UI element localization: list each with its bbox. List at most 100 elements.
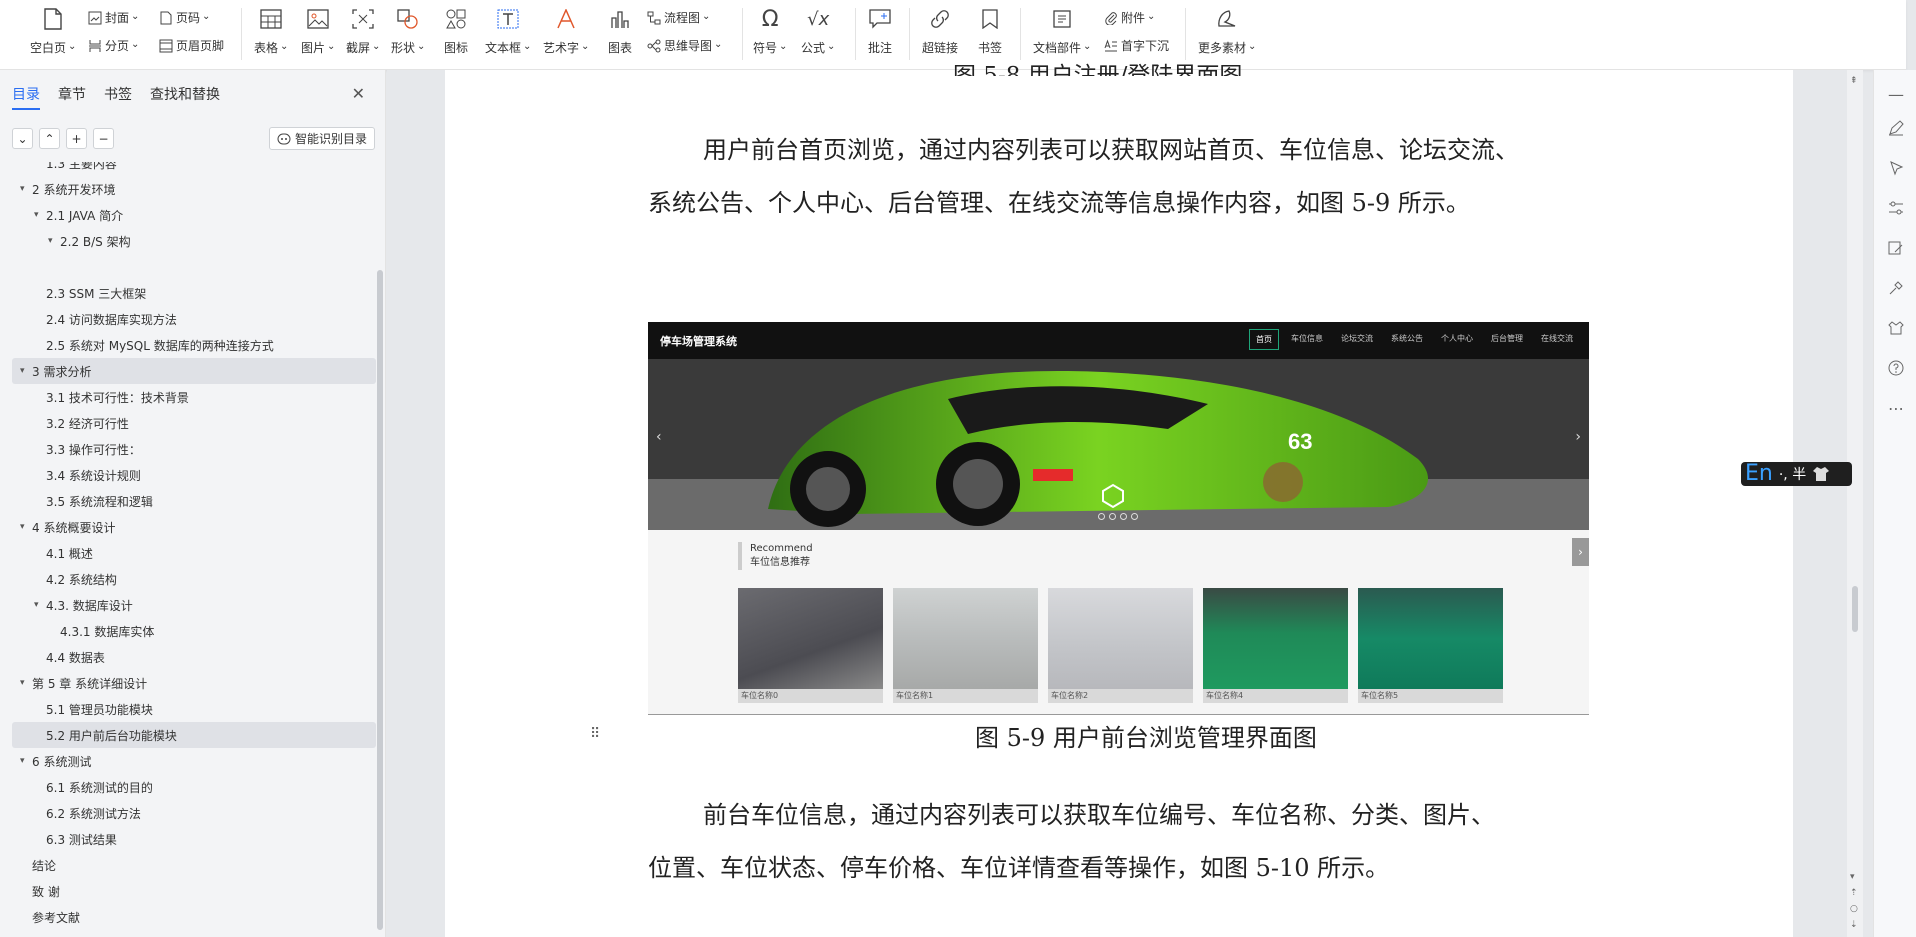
- select-arrow-icon[interactable]: [1886, 158, 1906, 178]
- more-materials-button[interactable]: 更多素材: [1198, 6, 1256, 56]
- scroll-top-icon[interactable]: ⇞: [1850, 76, 1858, 86]
- shape-button[interactable]: 形状: [391, 6, 425, 56]
- expand-toggle-icon[interactable]: ▾: [20, 366, 32, 376]
- toc-item[interactable]: 2.5 系统对 MySQL 数据库的两种连接方式: [12, 332, 376, 358]
- expand-toggle-icon[interactable]: ▾: [34, 210, 46, 220]
- chart-button[interactable]: 图表: [606, 6, 634, 56]
- toc-item-label: 4.2 系统结构: [46, 572, 117, 587]
- shape-icon: [394, 6, 422, 32]
- toc-item[interactable]: 2.4 访问数据库实现方法: [12, 306, 376, 332]
- symbol-button[interactable]: Ω 符号: [753, 6, 787, 56]
- table-button[interactable]: 表格: [254, 6, 288, 56]
- toc-item[interactable]: 致 谢: [12, 878, 376, 904]
- smart-recognize-toc-button[interactable]: 智能识别目录: [268, 127, 375, 150]
- edit-doc-icon[interactable]: [1886, 238, 1906, 258]
- expand-toggle-icon[interactable]: ▾: [48, 236, 60, 246]
- expand-toggle-icon[interactable]: ▾: [20, 678, 32, 688]
- close-icon[interactable]: ✕: [352, 84, 365, 103]
- expand-toggle-icon[interactable]: ▾: [20, 184, 32, 194]
- expand-toggle-icon[interactable]: ▾: [20, 756, 32, 766]
- toc-item[interactable]: 4.3.1 数据库实体: [12, 618, 376, 644]
- mindmap-button[interactable]: 思维导图: [647, 37, 722, 54]
- document-scroll-thumb[interactable]: [1852, 586, 1858, 632]
- cover-button[interactable]: 封面: [88, 9, 139, 26]
- page-number-button[interactable]: 页码: [159, 9, 210, 26]
- remove-heading-button[interactable]: −: [93, 128, 114, 149]
- toc-item[interactable]: 4.1 概述: [12, 540, 376, 566]
- toc-item[interactable]: 参考文献: [12, 904, 376, 930]
- toc-item[interactable]: 3.3 操作可行性：: [12, 436, 376, 462]
- minimize-icon[interactable]: —: [1886, 84, 1906, 104]
- expand-up-button[interactable]: ⌃: [39, 128, 60, 149]
- picture-button[interactable]: 图片: [301, 6, 335, 56]
- next-page-icon[interactable]: ⇣: [1850, 920, 1858, 930]
- blank-page-button[interactable]: 空白页: [30, 6, 76, 56]
- toc-item[interactable]: 结论: [12, 852, 376, 878]
- toc-item[interactable]: 5.2 用户前后台功能模块: [12, 722, 376, 748]
- toc-item[interactable]: ▾ 第 5 章 系统详细设计: [12, 670, 376, 696]
- toc-item[interactable]: ▾ 3 需求分析: [12, 358, 376, 384]
- toc-item[interactable]: ▾ 2.1 JAVA 简介: [12, 202, 376, 228]
- toc-item[interactable]: 2.3 SSM 三大框架: [12, 280, 376, 306]
- tools-icon[interactable]: [1886, 278, 1906, 298]
- scroll-down-icon[interactable]: ▾: [1850, 872, 1855, 882]
- toc-item[interactable]: ▾ 2 系统开发环境: [12, 176, 376, 202]
- toc-item[interactable]: 6.1 系统测试的目的: [12, 774, 376, 800]
- bookmark-button[interactable]: 书签: [976, 6, 1004, 56]
- toc-item[interactable]: ▾ 4.3. 数据库设计: [12, 592, 376, 618]
- toc-item[interactable]: 4.4 数据表: [12, 644, 376, 670]
- select-browse-icon[interactable]: ○: [1850, 904, 1858, 914]
- screenshot-button[interactable]: 截屏: [346, 6, 380, 56]
- collapse-down-button[interactable]: ⌄: [12, 128, 33, 149]
- sliders-icon[interactable]: [1886, 198, 1906, 218]
- nav-scrollbar[interactable]: [377, 270, 383, 930]
- tab-chapters[interactable]: 章节: [58, 84, 86, 110]
- toc-item[interactable]: [12, 254, 376, 280]
- embedded-figure-screenshot[interactable]: 停车场管理系统 首页 车位信息 论坛交流 系统公告 个人中心 后台管理 在线交流…: [648, 322, 1589, 715]
- toc-item[interactable]: 3.5 系统流程和逻辑: [12, 488, 376, 514]
- toc-item[interactable]: ▾ 6 系统测试: [12, 748, 376, 774]
- document-scrollbar[interactable]: ⇞ ▾ ⇡ ○ ⇣: [1847, 70, 1863, 937]
- doc-parts-button[interactable]: 文档部件: [1033, 6, 1091, 56]
- expand-toggle-icon[interactable]: ▾: [34, 600, 46, 610]
- textbox-button[interactable]: 文本框: [485, 6, 531, 56]
- site-navbar: 停车场管理系统 首页 车位信息 论坛交流 系统公告 个人中心 后台管理 在线交流: [648, 322, 1589, 359]
- prev-page-icon[interactable]: ⇡: [1850, 888, 1858, 898]
- drop-cap-button[interactable]: 首字下沉: [1104, 37, 1169, 54]
- attachment-button[interactable]: 附件: [1104, 9, 1155, 26]
- paragraph-drag-handle-icon[interactable]: ⠿: [590, 726, 600, 742]
- header-footer-button[interactable]: 页眉页脚: [159, 37, 224, 54]
- toc-item[interactable]: 3.1 技术可行性：技术背景: [12, 384, 376, 410]
- toc-item[interactable]: 3.4 系统设计规则: [12, 462, 376, 488]
- flowchart-button[interactable]: 流程图: [647, 9, 710, 26]
- add-heading-button[interactable]: +: [66, 128, 87, 149]
- toc-item[interactable]: 1.3 主要内容: [12, 162, 376, 176]
- toc-controls: ⌄ ⌃ + −: [12, 128, 114, 149]
- tab-toc[interactable]: 目录: [12, 84, 40, 110]
- toc-item[interactable]: 4.2 系统结构: [12, 566, 376, 592]
- toc-item[interactable]: 6.2 系统测试方法: [12, 800, 376, 826]
- page-break-button[interactable]: 分页: [88, 37, 139, 54]
- bookmark-icon: [976, 6, 1004, 32]
- hyperlink-button[interactable]: 超链接: [922, 6, 958, 56]
- icons-button[interactable]: 图标: [442, 6, 470, 56]
- tab-find-replace[interactable]: 查找和替换: [150, 84, 220, 110]
- toc-item[interactable]: 3.2 经济可行性: [12, 410, 376, 436]
- page-break-icon: [89, 39, 101, 52]
- toc-item[interactable]: 5.1 管理员功能模块: [12, 696, 376, 722]
- formula-button[interactable]: √x 公式: [801, 6, 835, 56]
- more-icon[interactable]: ⋯: [1886, 398, 1906, 418]
- wordart-button[interactable]: 艺术字: [543, 6, 589, 56]
- comment-button[interactable]: 批注: [866, 6, 894, 56]
- style-icon[interactable]: [1886, 318, 1906, 338]
- site-menu-item: 首页: [1249, 329, 1279, 350]
- toc-item[interactable]: 6.3 测试结果: [12, 826, 376, 852]
- tab-bookmarks[interactable]: 书签: [104, 84, 132, 110]
- expand-toggle-icon[interactable]: ▾: [20, 522, 32, 532]
- toc-item[interactable]: ▾ 4 系统概要设计: [12, 514, 376, 540]
- parking-thumbs: 车位名称0 车位名称1 车位名称2 车位名称4 车位名称5: [738, 588, 1503, 705]
- help-icon[interactable]: [1886, 358, 1906, 378]
- toc-item[interactable]: ▾ 2.2 B/S 架构: [12, 228, 376, 254]
- pen-icon[interactable]: [1886, 118, 1906, 138]
- ime-indicator[interactable]: En ·, 半: [1741, 462, 1852, 486]
